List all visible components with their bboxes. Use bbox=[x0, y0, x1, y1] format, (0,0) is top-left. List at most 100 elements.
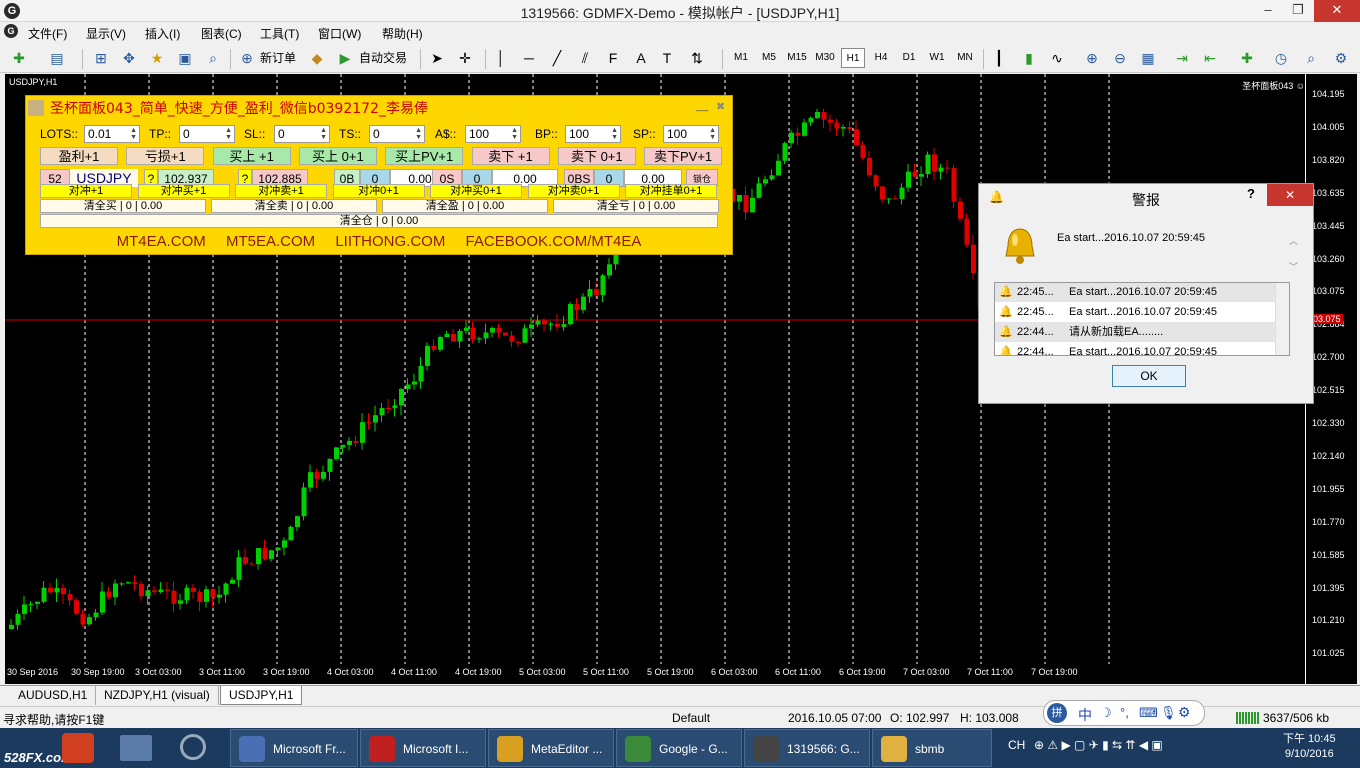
order-button[interactable]: 亏损+1 bbox=[126, 147, 205, 165]
tile-windows-icon[interactable]: ▦ bbox=[1139, 49, 1157, 67]
alert-row[interactable]: 🔔 22:44... 请从新加载EA........ bbox=[995, 322, 1275, 342]
autoscroll-icon[interactable]: ⇥ bbox=[1173, 49, 1191, 67]
close-type-button[interactable]: 清全卖 | 0 | 0.00 bbox=[211, 199, 377, 213]
clock[interactable]: 下午 10:45 9/10/2016 bbox=[1283, 732, 1336, 762]
computer-icon[interactable] bbox=[120, 735, 152, 761]
arrows-icon[interactable]: ⇅ bbox=[688, 49, 706, 67]
tray-icons[interactable]: ⊕ ⚠ ▶ ▢ ✈ ▮ ⇆ ⇈ ◀ ▣ bbox=[1034, 738, 1163, 752]
spinner-icon[interactable]: ▲ ▼ bbox=[320, 127, 327, 141]
close-type-button[interactable]: 清全盈 | 0 | 0.00 bbox=[382, 199, 548, 213]
hedge-button[interactable]: 对冲卖0+1 bbox=[527, 184, 620, 198]
ime-mode[interactable]: 中 bbox=[1078, 705, 1092, 725]
profiles-icon[interactable]: ▤ bbox=[48, 49, 66, 67]
field-input[interactable]: 0 ▲ ▼ bbox=[179, 125, 235, 143]
field-input[interactable]: 0 ▲ ▼ bbox=[369, 125, 425, 143]
hedge-button[interactable]: 对冲0+1 bbox=[332, 184, 425, 198]
zoom-in-icon[interactable]: ⊕ bbox=[1083, 49, 1101, 67]
tf-m30[interactable]: M30 bbox=[813, 48, 837, 68]
menu-file[interactable]: 文件(F) bbox=[28, 25, 67, 42]
taskbar-app[interactable]: Google - G... bbox=[616, 729, 742, 767]
vertical-line-icon[interactable]: │ bbox=[492, 49, 510, 67]
tab-usdjpy[interactable]: USDJPY,H1 bbox=[220, 686, 303, 705]
taskbar-app[interactable]: Microsoft Fr... bbox=[230, 729, 358, 767]
menu-tools[interactable]: 工具(T) bbox=[260, 25, 299, 42]
footer-link-facebook[interactable]: FACEBOOK.COM/MT4EA bbox=[466, 233, 642, 250]
footer-link-liithong[interactable]: LIITHONG.COM bbox=[335, 233, 445, 250]
tf-m1[interactable]: M1 bbox=[729, 48, 753, 68]
ime-gear-icon[interactable]: ⚙ bbox=[1178, 704, 1191, 721]
taskbar-app[interactable]: MetaEditor ... bbox=[488, 729, 614, 767]
new-order-icon[interactable]: ⊕ bbox=[238, 49, 256, 67]
field-input[interactable]: 0.01 ▲ ▼ bbox=[84, 125, 140, 143]
ime-moon-icon[interactable]: ☽ bbox=[1100, 705, 1112, 721]
hedge-button[interactable]: 对冲+1 bbox=[40, 184, 132, 198]
order-button[interactable]: 卖下PV+1 bbox=[644, 147, 723, 165]
ime-mic-icon[interactable]: 🎙 bbox=[1160, 705, 1177, 721]
trendline-icon[interactable]: ╱ bbox=[548, 49, 566, 67]
hedge-button[interactable]: 对冲挂单0+1 bbox=[625, 184, 717, 198]
indicators-icon[interactable]: ✚ bbox=[1238, 49, 1256, 67]
spinner-icon[interactable]: ▲ ▼ bbox=[611, 127, 618, 141]
auto-trade-button[interactable]: 自动交易 bbox=[354, 47, 412, 69]
ime-logo-icon[interactable]: 拼 bbox=[1047, 703, 1067, 723]
hedge-button[interactable]: 对冲买+1 bbox=[137, 184, 230, 198]
taskbar-app[interactable]: sbmb bbox=[872, 729, 992, 767]
tf-h4[interactable]: H4 bbox=[869, 48, 893, 68]
tester-icon[interactable]: ⌕ bbox=[204, 49, 222, 67]
text-icon[interactable]: A bbox=[632, 49, 650, 67]
field-input[interactable]: 100 ▲ ▼ bbox=[465, 125, 521, 143]
ime-toolbar[interactable]: 拼 中 ☽ °, ⌨ 🎙 ⚙ bbox=[1043, 700, 1205, 726]
list-scrollbar[interactable] bbox=[1275, 283, 1289, 355]
crosshair-icon[interactable]: ✛ bbox=[456, 49, 474, 67]
close-type-button[interactable]: 清全亏 | 0 | 0.00 bbox=[553, 199, 719, 213]
order-button[interactable]: 卖下 +1 bbox=[471, 147, 550, 165]
taskbar-app[interactable]: Microsoft I... bbox=[360, 729, 486, 767]
ok-button[interactable]: OK bbox=[1112, 365, 1186, 387]
ime-punct-icon[interactable]: °, bbox=[1120, 705, 1129, 720]
tab-nzdjpy[interactable]: NZDJPY,H1 (visual) bbox=[96, 686, 219, 705]
tf-d1[interactable]: D1 bbox=[897, 48, 921, 68]
alert-list[interactable]: 🔔 22:45... Ea start...2016.10.07 20:59:45 🔔… bbox=[994, 282, 1290, 356]
field-input[interactable]: 100 ▲ ▼ bbox=[565, 125, 621, 143]
spinner-icon[interactable]: ▲ ▼ bbox=[709, 127, 716, 141]
power-icon[interactable] bbox=[62, 733, 94, 763]
auto-trade-icon[interactable]: ▶ bbox=[336, 49, 354, 67]
minimize-icon[interactable]: __ bbox=[696, 100, 708, 112]
terminal-icon[interactable]: ▣ bbox=[176, 49, 194, 67]
spinner-icon[interactable]: ▲ ▼ bbox=[225, 127, 232, 141]
spinner-icon[interactable]: ▲ ▼ bbox=[511, 127, 518, 141]
close-button[interactable]: ✕ bbox=[1314, 0, 1360, 22]
order-button[interactable]: 盈利+1 bbox=[40, 147, 118, 165]
menu-charts[interactable]: 图表(C) bbox=[201, 25, 242, 42]
restore-button[interactable]: ❐ bbox=[1283, 0, 1313, 22]
horizontal-line-icon[interactable]: ─ bbox=[520, 49, 538, 67]
alert-row[interactable]: 🔔 22:44... Ea start...2016.10.07 20:59:45 bbox=[995, 342, 1275, 355]
favorites-icon[interactable]: ★ bbox=[148, 49, 166, 67]
hedge-button[interactable]: 对冲买0+1 bbox=[430, 184, 522, 198]
ime-keyboard-icon[interactable]: ⌨ bbox=[1139, 705, 1158, 721]
chart-shift-icon[interactable]: ⇤ bbox=[1201, 49, 1219, 67]
spinner-icon[interactable]: ▲ ▼ bbox=[415, 127, 422, 141]
order-button[interactable]: 买上 0+1 bbox=[298, 147, 377, 165]
hedge-button[interactable]: 对冲卖+1 bbox=[235, 184, 327, 198]
label-icon[interactable]: T bbox=[658, 49, 676, 67]
help-button[interactable]: ? bbox=[1247, 186, 1255, 201]
search-icon[interactable]: ⌕ bbox=[1302, 49, 1320, 67]
alert-close-button[interactable]: ✕ bbox=[1267, 184, 1313, 206]
order-button[interactable]: 买上PV+1 bbox=[385, 147, 464, 165]
bar-chart-icon[interactable]: ┃ bbox=[990, 49, 1008, 67]
tf-m15[interactable]: M15 bbox=[785, 48, 809, 68]
field-input[interactable]: 0 ▲ ▼ bbox=[274, 125, 330, 143]
footer-link-mt4ea[interactable]: MT4EA.COM bbox=[117, 233, 206, 250]
line-chart-icon[interactable]: ∿ bbox=[1048, 49, 1066, 67]
periods-icon[interactable]: ◷ bbox=[1272, 49, 1290, 67]
scroll-down-icon[interactable]: ﹀ bbox=[1289, 260, 1298, 273]
channel-icon[interactable]: ⫽ bbox=[576, 49, 594, 67]
tf-w1[interactable]: W1 bbox=[925, 48, 949, 68]
tf-m5[interactable]: M5 bbox=[757, 48, 781, 68]
spinner-icon[interactable]: ▲ ▼ bbox=[130, 127, 137, 141]
alert-row[interactable]: 🔔 22:45... Ea start...2016.10.07 20:59:45 bbox=[995, 302, 1275, 322]
minimize-button[interactable]: – bbox=[1253, 0, 1283, 22]
field-input[interactable]: 100 ▲ ▼ bbox=[663, 125, 719, 143]
order-button[interactable]: 卖下 0+1 bbox=[557, 147, 636, 165]
